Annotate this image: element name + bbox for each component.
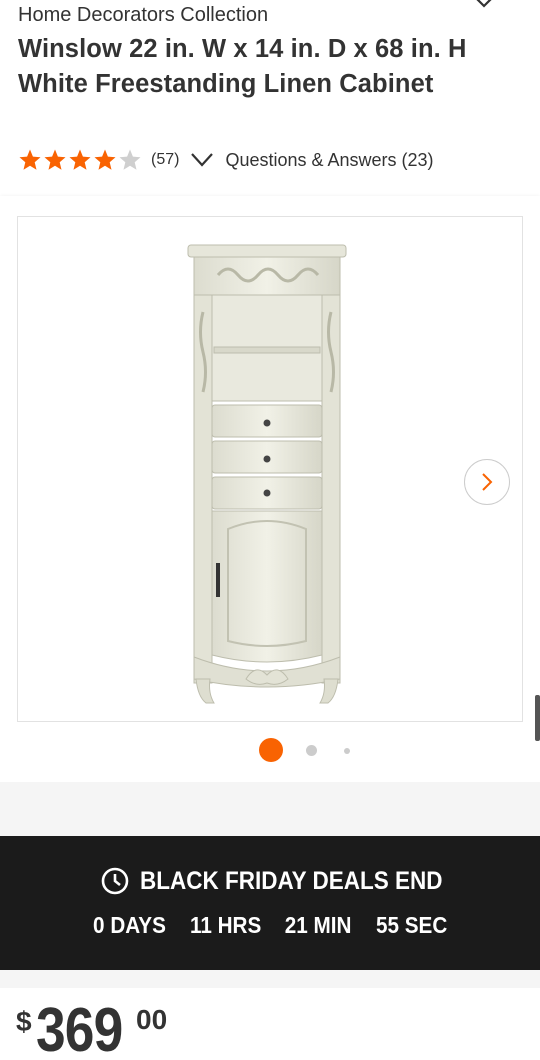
rating-row: (57) Questions & Answers (23) xyxy=(18,146,434,174)
brand-row: Home Decorators Collection xyxy=(0,0,540,32)
chevron-down-icon[interactable] xyxy=(470,0,498,10)
countdown-hours: 11 HRS xyxy=(190,912,262,938)
price-whole: 369 xyxy=(36,996,123,1060)
carousel-dot[interactable] xyxy=(306,745,317,756)
scrollbar[interactable] xyxy=(535,695,540,741)
deal-banner: BLACK FRIDAY DEALS END 0 DAYS 11 HRS 21 … xyxy=(0,836,540,970)
star-empty-icon xyxy=(119,149,141,170)
countdown-timer: 0 DAYS 11 HRS 21 MIN 55 SEC xyxy=(0,912,540,939)
price-cents: 00 xyxy=(136,1004,168,1035)
star-icon xyxy=(94,149,116,170)
star-icon xyxy=(44,149,66,170)
product-image[interactable] xyxy=(17,216,523,722)
carousel-dot-active[interactable] xyxy=(259,738,283,762)
countdown-days: 0 DAYS xyxy=(93,912,167,938)
linen-cabinet-image xyxy=(187,244,347,704)
star-rating[interactable] xyxy=(18,148,143,172)
brand-link[interactable]: Home Decorators Collection xyxy=(18,4,268,27)
chevron-down-icon[interactable] xyxy=(189,151,215,169)
star-icon xyxy=(69,149,91,170)
star-icon xyxy=(19,149,41,170)
image-gallery xyxy=(0,196,540,782)
countdown-seconds: 55 SEC xyxy=(375,912,447,938)
clock-icon xyxy=(101,867,129,895)
carousel-dot[interactable] xyxy=(344,748,350,754)
carousel-dots xyxy=(0,738,540,762)
deal-title-row: BLACK FRIDAY DEALS END xyxy=(0,866,540,896)
review-count[interactable]: (57) xyxy=(151,151,179,169)
price-currency: $ xyxy=(16,1006,32,1037)
section-divider xyxy=(0,782,540,836)
chevron-right-icon xyxy=(482,473,493,491)
next-image-button[interactable] xyxy=(464,459,510,505)
section-divider xyxy=(0,970,540,988)
countdown-minutes: 21 MIN xyxy=(285,912,352,938)
deal-title: BLACK FRIDAY DEALS END xyxy=(140,866,443,895)
product-title: Winslow 22 in. W x 14 in. D x 68 in. H W… xyxy=(18,35,467,98)
questions-answers-link[interactable]: Questions & Answers (23) xyxy=(225,150,433,171)
